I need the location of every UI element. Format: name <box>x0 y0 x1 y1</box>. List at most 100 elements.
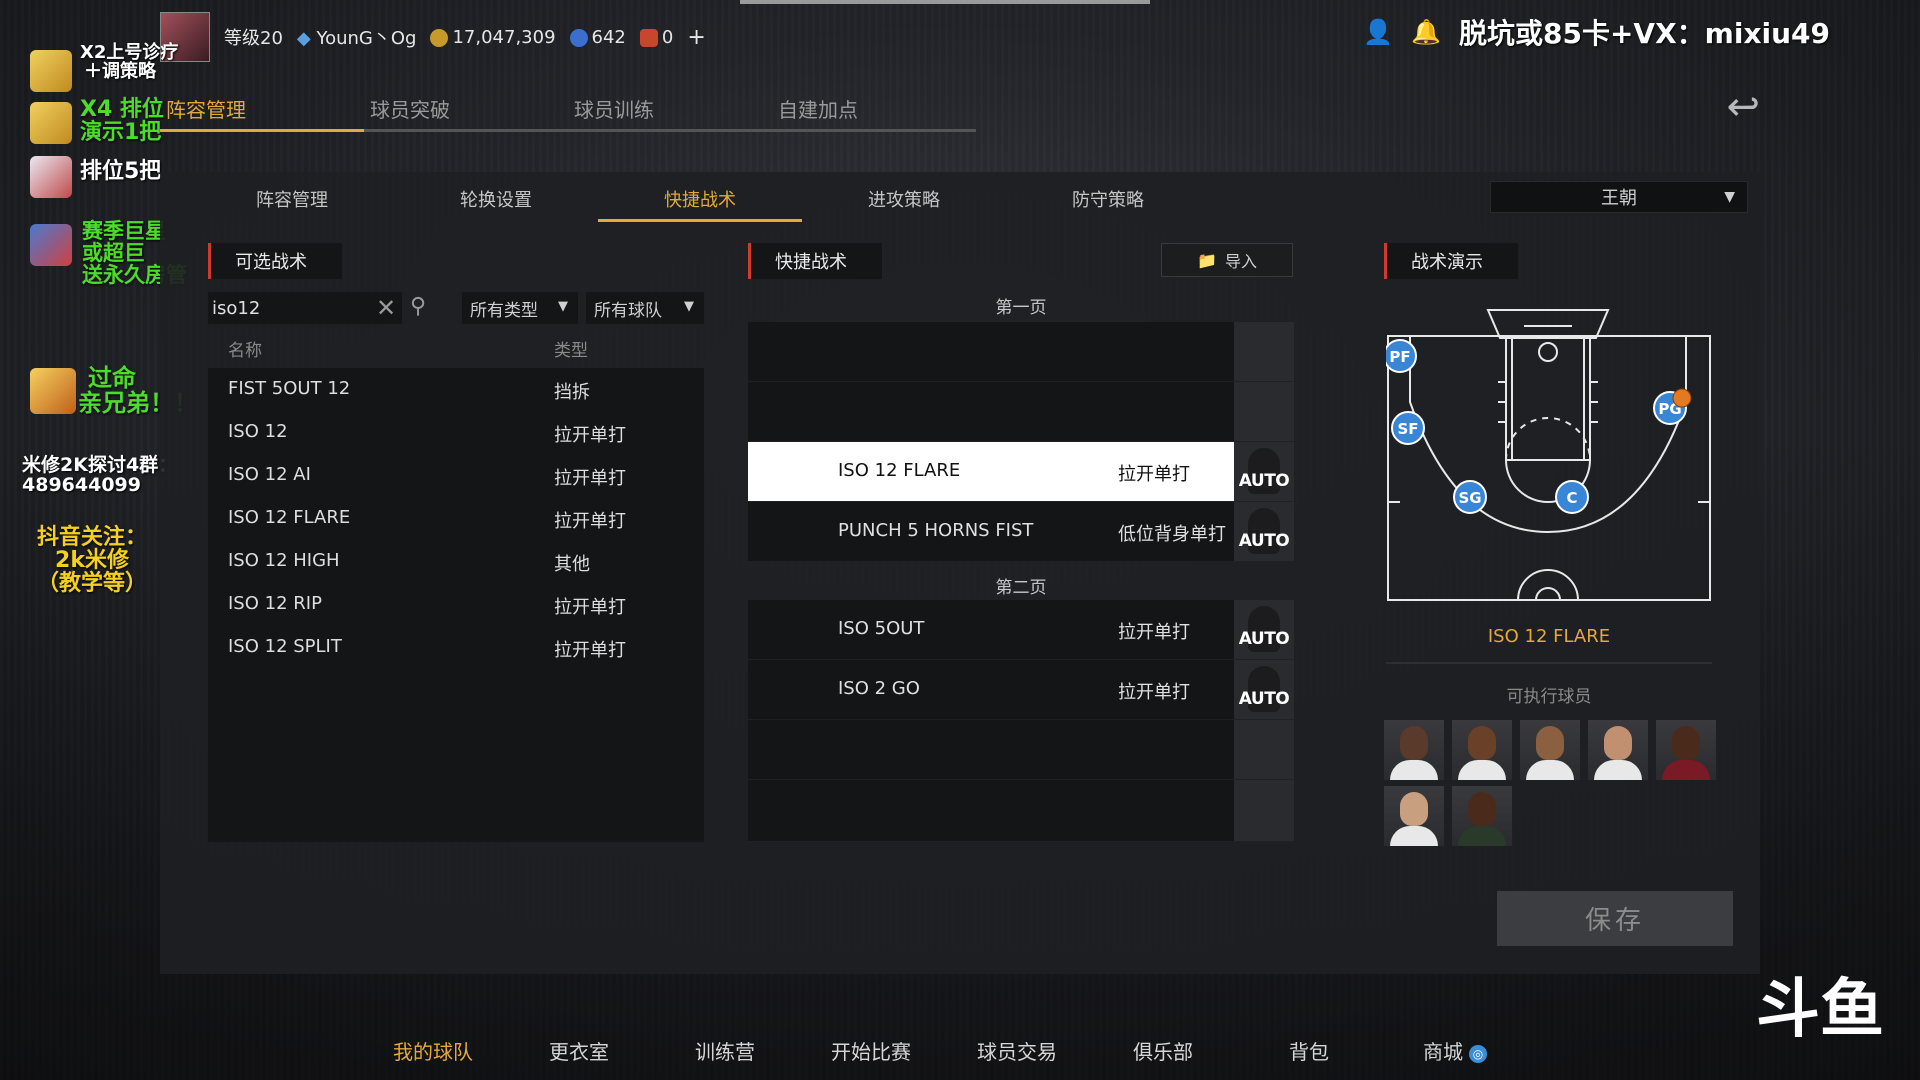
type-filter-value: 所有类型 <box>470 300 538 321</box>
quick-slot[interactable] <box>748 780 1234 842</box>
portrait-head <box>1400 792 1428 826</box>
quick-slot[interactable] <box>748 382 1234 442</box>
portrait-head <box>1536 726 1564 760</box>
trophy-icon <box>30 368 76 414</box>
caret-down-icon: ▼ <box>684 299 694 314</box>
tactic-type: 其他 <box>554 554 590 575</box>
tactic-demo-header: 战术演示 <box>1384 243 1518 279</box>
slot-name: ISO 5OUT <box>838 618 925 639</box>
import-button[interactable]: 📁 导入 <box>1161 243 1293 277</box>
backboard <box>1486 309 1610 339</box>
nav-my-team[interactable]: 我的球队 <box>360 1036 506 1068</box>
sf-label: SF <box>1397 420 1418 438</box>
tactic-search-input[interactable]: iso12 <box>208 292 402 324</box>
list-item[interactable]: ISO 12 RIP 拉开单打 <box>208 583 704 626</box>
slot-player-portrait[interactable] <box>1234 322 1294 382</box>
promo-7-line1: 抖音关注： <box>36 525 147 550</box>
quick-slot[interactable]: ISO 5OUT 拉开单打 <box>748 600 1234 660</box>
quick-slot[interactable] <box>748 322 1234 382</box>
c-label: C <box>1566 489 1577 507</box>
friends-icon[interactable]: 👤 <box>1363 18 1393 46</box>
tab-breakthrough[interactable]: 球员突破 <box>364 88 568 132</box>
shop-badge-icon: ◎ <box>1469 1044 1487 1063</box>
search-icon[interactable]: ⚲ <box>410 294 426 319</box>
quick-slot-selected[interactable]: ISO 12 FLARE 拉开单打 <box>748 442 1234 502</box>
auto-label: AUTO <box>1238 629 1290 649</box>
save-button[interactable]: 保存 <box>1497 891 1733 946</box>
tab-lineup[interactable]: 阵容管理 <box>160 88 364 132</box>
bell-icon[interactable]: 🔔 <box>1411 18 1441 46</box>
player-c-marker[interactable]: C <box>1555 480 1589 514</box>
executable-players-label: 可执行球员 <box>1506 687 1592 707</box>
player-portrait[interactable] <box>1520 720 1580 780</box>
tactic-type: 拉开单打 <box>554 511 626 532</box>
subtab-offense[interactable]: 进攻策略 <box>802 178 1006 222</box>
auto-player-button[interactable]: AUTO <box>1234 660 1294 720</box>
tactic-type: 拉开单打 <box>554 425 626 446</box>
slot-type: 低位背身单打 <box>1118 524 1226 545</box>
slot-type: 拉开单打 <box>1118 464 1190 485</box>
add-currency-button[interactable]: + <box>687 25 705 50</box>
list-item[interactable]: ISO 12 拉开单打 <box>208 411 704 454</box>
player-portrait[interactable] <box>1384 720 1444 780</box>
slot-player-portrait[interactable] <box>1234 720 1294 780</box>
nav-backpack[interactable]: 背包 <box>1236 1036 1382 1068</box>
list-item[interactable]: ISO 12 FLARE 拉开单打 <box>208 497 704 540</box>
subtab-lineup[interactable]: 阵容管理 <box>190 178 394 222</box>
pf-label: PF <box>1389 348 1410 366</box>
slot-player-portrait[interactable] <box>1234 382 1294 442</box>
back-arrow-icon[interactable]: ↩ <box>1726 84 1760 130</box>
subtab-rotation[interactable]: 轮换设置 <box>394 178 598 222</box>
type-filter-dropdown[interactable]: 所有类型 ▼ <box>462 292 578 324</box>
team-filter-dropdown[interactable]: 所有球队 ▼ <box>586 292 704 324</box>
player-sf-marker[interactable]: SF <box>1391 411 1425 445</box>
list-item[interactable]: ISO 12 AI 拉开单打 <box>208 454 704 497</box>
nav-player-trade[interactable]: 球员交易 <box>944 1036 1090 1068</box>
coins-value: 17,047,309 <box>452 26 556 48</box>
tab-training[interactable]: 球员训练 <box>568 88 772 132</box>
court-boundary <box>1387 335 1711 601</box>
nav-club[interactable]: 俱乐部 <box>1090 1036 1236 1068</box>
slot-name: PUNCH 5 HORNS FIST <box>838 520 1034 541</box>
star-icon <box>569 28 588 47</box>
player-portrait[interactable] <box>1588 720 1648 780</box>
subtab-defense[interactable]: 防守策略 <box>1006 178 1210 222</box>
promo-1-line2: ＋调策略 <box>84 60 156 82</box>
player-portrait[interactable] <box>1452 786 1512 846</box>
promo-7: 抖音关注： 2k米修 （教学等） <box>22 526 162 595</box>
auto-player-button[interactable]: AUTO <box>1234 442 1294 502</box>
stream-promo-text: 脱坑或85卡+VX：mixiu49 <box>1458 17 1830 50</box>
promo-3: 排位5把 <box>80 159 162 184</box>
player-pf-marker[interactable]: PF <box>1383 339 1417 373</box>
quick-slot[interactable]: ISO 2 GO 拉开单打 <box>748 660 1234 720</box>
page-one-label: 第一页 <box>995 298 1047 318</box>
nav-locker-room[interactable]: 更衣室 <box>506 1036 652 1068</box>
nav-training-camp[interactable]: 训练营 <box>652 1036 798 1068</box>
quick-slot[interactable]: PUNCH 5 HORNS FIST 低位背身单打 <box>748 502 1234 562</box>
portrait-head <box>1604 726 1632 760</box>
player-portrait[interactable] <box>1656 720 1716 780</box>
import-label: 导入 <box>1224 252 1257 271</box>
nav-shop-label: 商城 <box>1423 1040 1463 1064</box>
tactic-type: 拉开单打 <box>554 597 626 618</box>
player-portrait[interactable] <box>1452 720 1512 780</box>
auto-player-button[interactable]: AUTO <box>1234 502 1294 562</box>
subtab-quick-tactics[interactable]: 快捷战术 <box>598 178 802 222</box>
hoop <box>1538 342 1558 362</box>
list-item[interactable]: ISO 12 SPLIT 拉开单打 <box>208 626 704 669</box>
player-portrait[interactable] <box>1384 786 1444 846</box>
slot-player-portrait[interactable] <box>1234 780 1294 842</box>
clear-icon[interactable]: ✕ <box>376 294 396 322</box>
list-item[interactable]: ISO 12 HIGH 其他 <box>208 540 704 583</box>
quick-slot[interactable] <box>748 720 1234 780</box>
auto-player-button[interactable]: AUTO <box>1234 600 1294 660</box>
promo-6: 米修2K探讨4群： 489644099 <box>22 455 177 496</box>
available-tactics-header: 可选战术 <box>208 243 342 279</box>
tab-custom-points[interactable]: 自建加点 <box>772 88 976 132</box>
team-dropdown[interactable]: 王朝 ▼ <box>1490 181 1748 213</box>
nav-start-game[interactable]: 开始比赛 <box>798 1036 944 1068</box>
list-item[interactable]: FIST 5OUT 12 挡拆 <box>208 368 704 411</box>
nav-shop[interactable]: 商城 ◎ <box>1382 1036 1528 1068</box>
promo-6-line2: 489644099 <box>22 473 141 496</box>
player-sg-marker[interactable]: SG <box>1453 480 1487 514</box>
